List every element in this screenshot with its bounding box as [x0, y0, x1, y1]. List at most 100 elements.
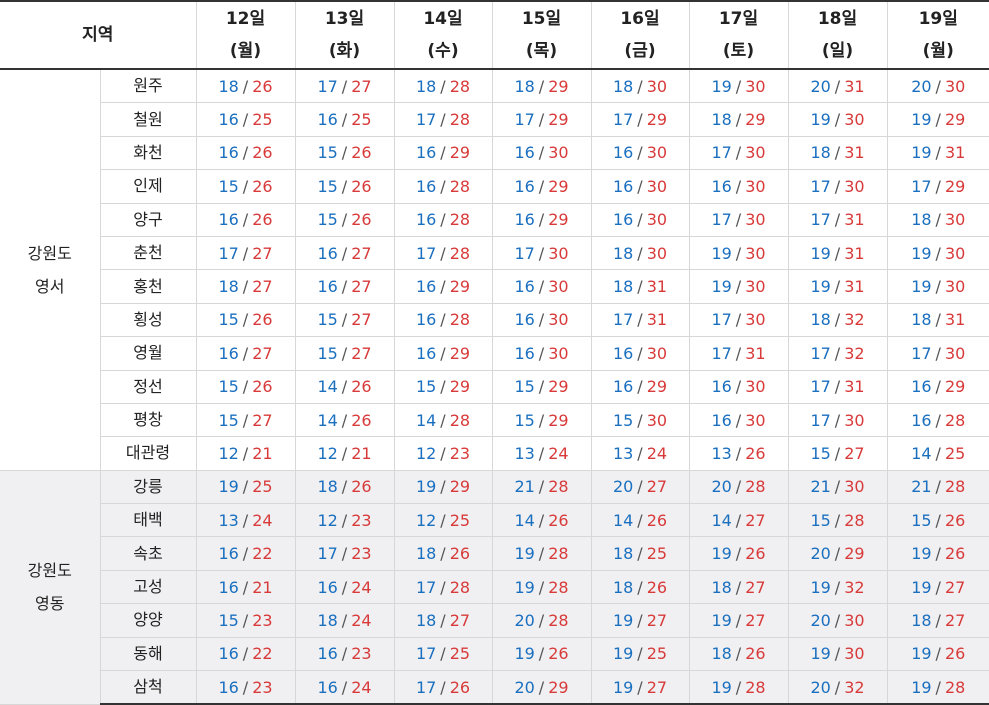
- max-temperature: 27: [945, 578, 965, 597]
- temperature-cell: 18/27: [394, 604, 492, 637]
- min-temperature: 17: [810, 411, 830, 430]
- max-temperature: 26: [450, 544, 470, 563]
- min-temperature: 19: [514, 644, 534, 663]
- min-temperature: 20: [514, 611, 534, 630]
- min-temperature: 15: [218, 377, 238, 396]
- temperature-separator: /: [342, 177, 347, 196]
- min-temperature: 13: [514, 444, 534, 463]
- max-temperature: 27: [844, 444, 864, 463]
- temperature-cell: 19/28: [887, 671, 989, 705]
- temperature-cell: 14/26: [591, 504, 689, 537]
- city-name: 홍천: [100, 270, 196, 303]
- day-weekday: (금): [592, 35, 689, 67]
- min-temperature: 16: [218, 544, 238, 563]
- city-name: 동해: [100, 637, 196, 670]
- temperature-separator: /: [736, 444, 741, 463]
- min-temperature: 16: [613, 344, 633, 363]
- temperature-separator: /: [936, 277, 941, 296]
- temperature-separator: /: [243, 377, 248, 396]
- table-row: 춘천17/2716/2717/2817/3018/3019/3019/3119/…: [0, 236, 989, 269]
- max-temperature: 28: [450, 177, 470, 196]
- max-temperature: 30: [548, 277, 568, 296]
- min-temperature: 16: [613, 177, 633, 196]
- temperature-cell: 15/29: [492, 403, 591, 436]
- city-name: 삼척: [100, 671, 196, 705]
- min-temperature: 17: [317, 77, 337, 96]
- temperature-cell: 13/24: [492, 437, 591, 470]
- max-temperature: 26: [945, 644, 965, 663]
- max-temperature: 29: [548, 678, 568, 697]
- city-name: 양구: [100, 203, 196, 236]
- min-temperature: 20: [810, 544, 830, 563]
- max-temperature: 26: [252, 210, 272, 229]
- city-name: 횡성: [100, 303, 196, 336]
- min-temperature: 20: [810, 611, 830, 630]
- temperature-cell: 17/31: [788, 370, 887, 403]
- max-temperature: 29: [548, 377, 568, 396]
- temperature-cell: 14/26: [492, 504, 591, 537]
- min-temperature: 18: [613, 544, 633, 563]
- table-row: 삼척16/2316/2417/2620/2919/2719/2820/3219/…: [0, 671, 989, 705]
- city-name: 태백: [100, 504, 196, 537]
- temperature-separator: /: [736, 143, 741, 162]
- day-header: 16일(금): [591, 1, 689, 69]
- temperature-cell: 15/28: [788, 504, 887, 537]
- temperature-separator: /: [936, 210, 941, 229]
- temperature-separator: /: [243, 611, 248, 630]
- min-temperature: 17: [416, 244, 436, 263]
- min-temperature: 18: [711, 644, 731, 663]
- temperature-separator: /: [243, 578, 248, 597]
- temperature-separator: /: [342, 511, 347, 530]
- temperature-separator: /: [835, 77, 840, 96]
- max-temperature: 25: [450, 511, 470, 530]
- temperature-separator: /: [539, 77, 544, 96]
- temperature-cell: 17/28: [394, 570, 492, 603]
- min-temperature: 17: [810, 210, 830, 229]
- min-temperature: 13: [711, 444, 731, 463]
- temperature-separator: /: [440, 244, 445, 263]
- max-temperature: 27: [252, 244, 272, 263]
- max-temperature: 32: [844, 344, 864, 363]
- temperature-cell: 17/31: [689, 337, 788, 370]
- min-temperature: 17: [711, 210, 731, 229]
- max-temperature: 30: [548, 244, 568, 263]
- temperature-cell: 16/30: [689, 403, 788, 436]
- province-subregion: 영서: [0, 270, 100, 303]
- temperature-cell: 18/26: [295, 470, 394, 503]
- temperature-separator: /: [736, 611, 741, 630]
- temperature-cell: 19/26: [887, 637, 989, 670]
- table-row: 홍천18/2716/2716/2916/3018/3119/3019/3119/…: [0, 270, 989, 303]
- temperature-cell: 20/31: [788, 69, 887, 103]
- temperature-cell: 21/28: [887, 470, 989, 503]
- city-name: 강릉: [100, 470, 196, 503]
- temperature-cell: 17/28: [394, 236, 492, 269]
- max-temperature: 21: [252, 444, 272, 463]
- temperature-cell: 21/28: [492, 470, 591, 503]
- province-subregion: 영동: [0, 587, 100, 620]
- temperature-separator: /: [936, 544, 941, 563]
- temperature-separator: /: [539, 344, 544, 363]
- header-row: 지역 12일(월)13일(화)14일(수)15일(목)16일(금)17일(토)1…: [0, 1, 989, 69]
- min-temperature: 16: [317, 277, 337, 296]
- min-temperature: 19: [514, 578, 534, 597]
- temperature-separator: /: [440, 77, 445, 96]
- temperature-separator: /: [637, 611, 642, 630]
- temperature-cell: 17/25: [394, 637, 492, 670]
- temperature-cell: 17/32: [788, 337, 887, 370]
- min-temperature: 15: [416, 377, 436, 396]
- max-temperature: 32: [844, 310, 864, 329]
- temperature-cell: 16/21: [196, 570, 295, 603]
- temperature-cell: 17/27: [196, 236, 295, 269]
- temperature-separator: /: [539, 511, 544, 530]
- min-temperature: 12: [416, 511, 436, 530]
- min-temperature: 19: [810, 110, 830, 129]
- temperature-separator: /: [243, 143, 248, 162]
- temperature-separator: /: [440, 310, 445, 329]
- max-temperature: 27: [945, 611, 965, 630]
- table-row: 강원도영동강릉19/2518/2619/2921/2820/2720/2821/…: [0, 470, 989, 503]
- min-temperature: 17: [711, 310, 731, 329]
- temperature-cell: 16/24: [295, 570, 394, 603]
- max-temperature: 30: [844, 477, 864, 496]
- temperature-separator: /: [736, 511, 741, 530]
- min-temperature: 16: [317, 644, 337, 663]
